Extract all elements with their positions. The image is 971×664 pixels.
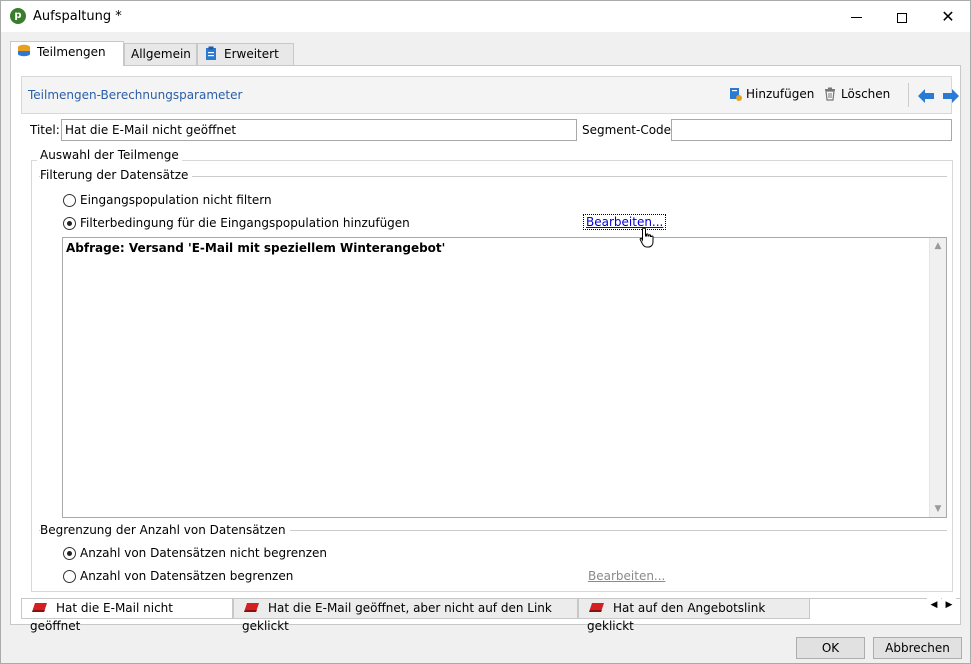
segment-icon	[32, 603, 47, 612]
tab-label: Allgemein	[131, 47, 191, 61]
limit-section-title: Begrenzung der Anzahl von Datensätzen	[40, 523, 290, 537]
delete-label: Löschen	[841, 87, 891, 101]
radio-limit[interactable]	[63, 570, 76, 583]
add-button[interactable]: Hinzufügen	[728, 87, 814, 101]
minimize-icon	[850, 17, 862, 18]
tab-label: Erweitert	[224, 47, 279, 61]
maximize-button[interactable]	[879, 1, 925, 32]
maximize-icon	[897, 12, 907, 23]
scroll-down-icon[interactable]: ▼	[930, 501, 946, 517]
app-icon: p	[10, 8, 26, 24]
arrow-right-icon[interactable]	[942, 85, 960, 107]
radio-no-filter-label: Eingangspopulation nicht filtern	[80, 193, 272, 207]
title-input[interactable]: Hat die E-Mail nicht geöffnet	[61, 119, 577, 141]
hand-cursor-icon	[639, 227, 654, 248]
edit-limit-link[interactable]: Bearbeiten...	[588, 569, 665, 583]
vertical-scrollbar[interactable]: ▲ ▼	[929, 238, 946, 517]
radio-no-limit[interactable]	[63, 547, 76, 560]
ok-button[interactable]: OK	[796, 637, 865, 659]
clipboard-icon	[206, 46, 216, 60]
trash-icon	[825, 87, 835, 101]
subset-tab-not-opened[interactable]: Hat die E-Mail nicht geöffnet	[21, 599, 233, 633]
tab-scroll-right-icon[interactable]: ▶	[942, 598, 956, 612]
query-text: Abfrage: Versand 'E-Mail mit speziellem …	[66, 241, 446, 255]
tab-teilmengen[interactable]: Teilmengen	[10, 41, 124, 66]
segment-code-label: Segment-Code:	[582, 123, 676, 137]
title-bar: p Aufspaltung * ✕	[1, 1, 970, 32]
subset-tab-label: Hat die E-Mail nicht geöffnet	[30, 601, 173, 633]
subset-tab-label: Hat die E-Mail geöffnet, aber nicht auf …	[242, 601, 552, 633]
minimize-button[interactable]	[833, 1, 879, 32]
filter-section-title: Filterung der Datensätze	[40, 168, 193, 182]
tab-panel: Teilmengen-Berechnungsparameter Hinzufüg…	[10, 65, 961, 625]
add-label: Hinzufügen	[746, 87, 815, 101]
segment-icon	[244, 603, 259, 612]
radio-limit-label: Anzahl von Datensätzen begrenzen	[80, 569, 294, 583]
subset-tab-clicked-offer[interactable]: Hat auf den Angebotslink geklickt	[578, 599, 810, 633]
radio-add-filter-label: Filterbedingung für die Eingangspopulati…	[80, 216, 410, 230]
close-icon: ✕	[941, 7, 955, 26]
add-icon	[730, 88, 742, 101]
title-label: Titel:	[30, 123, 60, 137]
dialog-window: p Aufspaltung * ✕ Teilmengen Allgemein E…	[0, 0, 971, 664]
scroll-up-icon[interactable]: ▲	[930, 238, 946, 254]
tab-label: Teilmengen	[37, 45, 106, 59]
subset-tab-opened-not-clicked[interactable]: Hat die E-Mail geöffnet, aber nicht auf …	[233, 599, 578, 633]
radio-add-filter[interactable]	[63, 217, 76, 230]
group-title: Auswahl der Teilmenge	[37, 148, 182, 162]
query-textarea[interactable]: Abfrage: Versand 'E-Mail mit speziellem …	[62, 237, 947, 518]
arrow-left-icon[interactable]	[917, 85, 935, 107]
close-button[interactable]: ✕	[925, 1, 971, 32]
subset-toolbar: Teilmengen-Berechnungsparameter Hinzufüg…	[21, 76, 959, 114]
subset-tab-label: Hat auf den Angebotslink geklickt	[587, 601, 766, 633]
cancel-button[interactable]: Abbrechen	[873, 637, 962, 659]
subset-tabs: Hat die E-Mail nicht geöffnet Hat die E-…	[21, 598, 961, 633]
tab-allgemein[interactable]: Allgemein	[124, 43, 197, 65]
database-icon	[18, 44, 30, 57]
segment-code-input[interactable]	[671, 119, 952, 141]
radio-no-filter[interactable]	[63, 194, 76, 207]
toolbar-separator	[908, 83, 909, 107]
radio-no-limit-label: Anzahl von Datensätzen nicht begrenzen	[80, 546, 328, 560]
tab-erweitert[interactable]: Erweitert	[197, 43, 294, 65]
section-header: Teilmengen-Berechnungsparameter	[28, 88, 243, 102]
segment-icon	[589, 603, 604, 612]
delete-button[interactable]: Löschen	[823, 87, 890, 101]
tab-scroll-left-icon[interactable]: ◀	[927, 598, 941, 612]
window-title: Aufspaltung *	[33, 9, 122, 24]
